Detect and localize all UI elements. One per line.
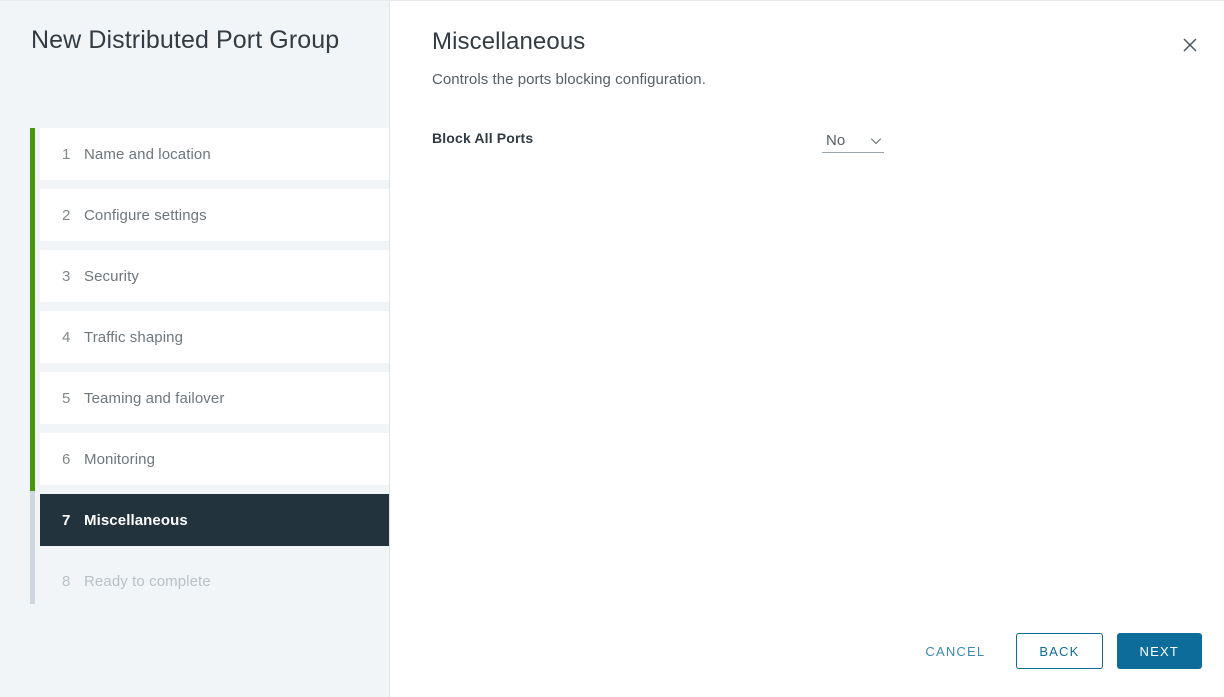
wizard-title: New Distributed Port Group: [31, 26, 340, 54]
sidebar-step-security[interactable]: 3 Security: [40, 250, 389, 302]
wizard-step-nav: 1 Name and location 2 Configure settings…: [30, 128, 389, 697]
wizard-sidebar: New Distributed Port Group 1 Name and lo…: [0, 1, 390, 697]
step-progress-completed-bar: [30, 128, 35, 491]
close-button[interactable]: [1176, 31, 1204, 59]
sidebar-step-ready-to-complete: 8 Ready to complete: [40, 555, 389, 607]
page-subtitle: Controls the ports blocking configuratio…: [432, 71, 706, 88]
step-label: Configure settings: [84, 206, 207, 224]
step-number: 4: [62, 328, 71, 346]
step-list: 1 Name and location 2 Configure settings…: [40, 128, 389, 616]
step-label: Miscellaneous: [84, 511, 188, 529]
step-number: 1: [62, 145, 71, 163]
block-all-ports-label: Block All Ports: [432, 130, 534, 146]
step-label: Teaming and failover: [84, 389, 225, 407]
block-all-ports-value: No: [826, 131, 846, 149]
next-button[interactable]: Next: [1116, 633, 1202, 669]
sidebar-step-teaming-and-failover[interactable]: 5 Teaming and failover: [40, 372, 389, 424]
back-button[interactable]: Back: [1016, 633, 1103, 669]
sidebar-step-miscellaneous[interactable]: 7 Miscellaneous: [40, 494, 389, 546]
step-number: 3: [62, 267, 71, 285]
sidebar-step-configure-settings[interactable]: 2 Configure settings: [40, 189, 389, 241]
step-label: Monitoring: [84, 450, 156, 468]
block-all-ports-row: Block All Ports No: [432, 128, 1184, 158]
step-number: 8: [62, 572, 71, 590]
step-label: Ready to complete: [84, 572, 211, 590]
new-distributed-port-group-wizard: New Distributed Port Group 1 Name and lo…: [0, 0, 1224, 697]
cancel-button[interactable]: Cancel: [910, 633, 1000, 669]
step-label: Security: [84, 267, 139, 285]
chevron-down-icon: [870, 134, 882, 146]
wizard-footer: Cancel Back Next: [910, 633, 1202, 669]
step-label: Traffic shaping: [84, 328, 184, 346]
sidebar-step-traffic-shaping[interactable]: 4 Traffic shaping: [40, 311, 389, 363]
sidebar-step-monitoring[interactable]: 6 Monitoring: [40, 433, 389, 485]
sidebar-step-name-and-location[interactable]: 1 Name and location: [40, 128, 389, 180]
close-icon: [1181, 36, 1199, 54]
wizard-content-panel: Miscellaneous Controls the ports blockin…: [390, 1, 1224, 697]
step-number: 2: [62, 206, 71, 224]
miscellaneous-form: Block All Ports No: [390, 90, 1224, 158]
step-number: 6: [62, 450, 71, 468]
block-all-ports-select[interactable]: No: [822, 128, 884, 153]
step-number: 5: [62, 389, 71, 407]
step-label: Name and location: [84, 145, 211, 163]
step-number: 7: [62, 511, 71, 529]
panel-header: Miscellaneous Controls the ports blockin…: [390, 1, 1224, 90]
page-title: Miscellaneous: [432, 28, 586, 55]
